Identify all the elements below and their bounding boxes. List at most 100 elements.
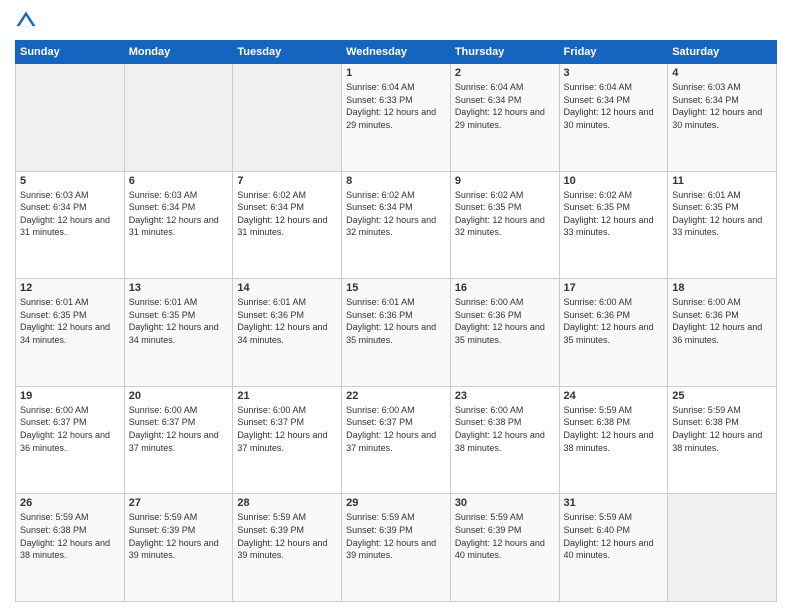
day-number: 26 [20,497,120,509]
calendar-cell: 30Sunrise: 5:59 AM Sunset: 6:39 PM Dayli… [450,494,559,602]
calendar-week-row: 1 Sunrise: 6:04 AM Sunset: 6:33 PM Daylig… [16,64,777,172]
day-number: 20 [129,390,229,402]
weekday-header: Sunday [16,41,125,64]
cell-info: Sunrise: 6:00 AM Sunset: 6:36 PM Dayligh… [564,296,664,346]
calendar-week-row: 12 Sunrise: 6:01 AM Sunset: 6:35 PM Dayli… [16,279,777,387]
calendar-cell [16,64,125,172]
calendar-cell: 17 Sunrise: 6:00 AM Sunset: 6:36 PM Dayli… [559,279,668,387]
calendar-cell: 2 Sunrise: 6:04 AM Sunset: 6:34 PM Daylig… [450,64,559,172]
calendar-cell: 18 Sunrise: 6:00 AM Sunset: 6:36 PM Dayli… [668,279,777,387]
calendar-table: SundayMondayTuesdayWednesdayThursdayFrid… [15,40,777,602]
calendar-cell: 1 Sunrise: 6:04 AM Sunset: 6:33 PM Daylig… [342,64,451,172]
calendar-cell [124,64,233,172]
cell-info: Sunrise: 6:04 AM Sunset: 6:34 PM Dayligh… [564,81,664,131]
calendar-cell: 8 Sunrise: 6:02 AM Sunset: 6:34 PM Daylig… [342,171,451,279]
day-number: 15 [346,282,446,294]
calendar-week-row: 5Sunrise: 6:03 AM Sunset: 6:34 PM Daylig… [16,171,777,279]
calendar-cell: 22 Sunrise: 6:00 AM Sunset: 6:37 PM Dayli… [342,386,451,494]
calendar-cell: 11Sunrise: 6:01 AM Sunset: 6:35 PM Dayli… [668,171,777,279]
cell-info: Sunrise: 5:59 AM Sunset: 6:39 PM Dayligh… [346,511,446,561]
cell-info: Sunrise: 6:00 AM Sunset: 6:36 PM Dayligh… [455,296,555,346]
calendar-cell: 20Sunrise: 6:00 AM Sunset: 6:37 PM Dayli… [124,386,233,494]
cell-info: Sunrise: 6:02 AM Sunset: 6:35 PM Dayligh… [564,189,664,239]
cell-info: Sunrise: 6:04 AM Sunset: 6:33 PM Dayligh… [346,81,446,131]
day-number: 13 [129,282,229,294]
day-number: 6 [129,175,229,187]
weekday-header: Tuesday [233,41,342,64]
calendar-cell: 27 Sunrise: 5:59 AM Sunset: 6:39 PM Dayli… [124,494,233,602]
day-number: 18 [672,282,772,294]
weekday-header-row: SundayMondayTuesdayWednesdayThursdayFrid… [16,41,777,64]
calendar-cell: 12Sunrise: 6:01 AM Sunset: 6:35 PM Dayli… [16,279,125,387]
calendar-cell: 13 Sunrise: 6:01 AM Sunset: 6:35 PM Dayli… [124,279,233,387]
day-number: 1 [346,67,446,79]
weekday-header: Monday [124,41,233,64]
header [15,10,777,32]
day-number: 3 [564,67,664,79]
cell-info: Sunrise: 6:03 AM Sunset: 6:34 PM Dayligh… [20,189,120,239]
cell-info: Sunrise: 6:00 AM Sunset: 6:37 PM Dayligh… [346,404,446,454]
cell-info: Sunrise: 6:02 AM Sunset: 6:35 PM Dayligh… [455,189,555,239]
day-number: 30 [455,497,555,509]
calendar-cell: 6Sunrise: 6:03 AM Sunset: 6:34 PM Daylig… [124,171,233,279]
calendar-cell: 28Sunrise: 5:59 AM Sunset: 6:39 PM Dayli… [233,494,342,602]
cell-info: Sunrise: 5:59 AM Sunset: 6:38 PM Dayligh… [20,511,120,561]
day-number: 21 [237,390,337,402]
calendar-cell: 16 Sunrise: 6:00 AM Sunset: 6:36 PM Dayli… [450,279,559,387]
calendar-cell: 25 Sunrise: 5:59 AM Sunset: 6:38 PM Dayli… [668,386,777,494]
cell-info: Sunrise: 6:03 AM Sunset: 6:34 PM Dayligh… [672,81,772,131]
cell-info: Sunrise: 5:59 AM Sunset: 6:39 PM Dayligh… [129,511,229,561]
weekday-header: Friday [559,41,668,64]
day-number: 27 [129,497,229,509]
calendar-cell [233,64,342,172]
day-number: 29 [346,497,446,509]
weekday-header: Thursday [450,41,559,64]
calendar-cell: 7 Sunrise: 6:02 AM Sunset: 6:34 PM Daylig… [233,171,342,279]
cell-info: Sunrise: 6:04 AM Sunset: 6:34 PM Dayligh… [455,81,555,131]
calendar-cell: 31 Sunrise: 5:59 AM Sunset: 6:40 PM Dayli… [559,494,668,602]
day-number: 7 [237,175,337,187]
calendar-week-row: 19Sunrise: 6:00 AM Sunset: 6:37 PM Dayli… [16,386,777,494]
calendar-cell: 19Sunrise: 6:00 AM Sunset: 6:37 PM Dayli… [16,386,125,494]
calendar-cell: 26 Sunrise: 5:59 AM Sunset: 6:38 PM Dayli… [16,494,125,602]
cell-info: Sunrise: 5:59 AM Sunset: 6:39 PM Dayligh… [237,511,337,561]
calendar-cell: 23Sunrise: 6:00 AM Sunset: 6:38 PM Dayli… [450,386,559,494]
day-number: 31 [564,497,664,509]
page: SundayMondayTuesdayWednesdayThursdayFrid… [0,0,792,612]
day-number: 11 [672,175,772,187]
day-number: 22 [346,390,446,402]
cell-info: Sunrise: 6:00 AM Sunset: 6:37 PM Dayligh… [20,404,120,454]
day-number: 10 [564,175,664,187]
cell-info: Sunrise: 6:00 AM Sunset: 6:36 PM Dayligh… [672,296,772,346]
cell-info: Sunrise: 6:02 AM Sunset: 6:34 PM Dayligh… [346,189,446,239]
cell-info: Sunrise: 6:01 AM Sunset: 6:35 PM Dayligh… [129,296,229,346]
logo-icon [15,10,37,32]
calendar-cell [668,494,777,602]
calendar-cell: 24 Sunrise: 5:59 AM Sunset: 6:38 PM Dayli… [559,386,668,494]
calendar-cell: 9Sunrise: 6:02 AM Sunset: 6:35 PM Daylig… [450,171,559,279]
calendar-cell: 21Sunrise: 6:00 AM Sunset: 6:37 PM Dayli… [233,386,342,494]
cell-info: Sunrise: 5:59 AM Sunset: 6:40 PM Dayligh… [564,511,664,561]
cell-info: Sunrise: 5:59 AM Sunset: 6:38 PM Dayligh… [564,404,664,454]
day-number: 12 [20,282,120,294]
cell-info: Sunrise: 6:01 AM Sunset: 6:36 PM Dayligh… [237,296,337,346]
calendar-cell: 3 Sunrise: 6:04 AM Sunset: 6:34 PM Daylig… [559,64,668,172]
calendar-cell: 15 Sunrise: 6:01 AM Sunset: 6:36 PM Dayli… [342,279,451,387]
day-number: 24 [564,390,664,402]
day-number: 14 [237,282,337,294]
calendar-cell: 14 Sunrise: 6:01 AM Sunset: 6:36 PM Dayli… [233,279,342,387]
day-number: 17 [564,282,664,294]
calendar-cell: 5Sunrise: 6:03 AM Sunset: 6:34 PM Daylig… [16,171,125,279]
logo [15,10,41,32]
day-number: 25 [672,390,772,402]
day-number: 4 [672,67,772,79]
cell-info: Sunrise: 5:59 AM Sunset: 6:38 PM Dayligh… [672,404,772,454]
cell-info: Sunrise: 6:02 AM Sunset: 6:34 PM Dayligh… [237,189,337,239]
cell-info: Sunrise: 6:01 AM Sunset: 6:36 PM Dayligh… [346,296,446,346]
weekday-header: Wednesday [342,41,451,64]
day-number: 8 [346,175,446,187]
day-number: 16 [455,282,555,294]
calendar-cell: 4 Sunrise: 6:03 AM Sunset: 6:34 PM Daylig… [668,64,777,172]
calendar-cell: 29 Sunrise: 5:59 AM Sunset: 6:39 PM Dayli… [342,494,451,602]
day-number: 2 [455,67,555,79]
